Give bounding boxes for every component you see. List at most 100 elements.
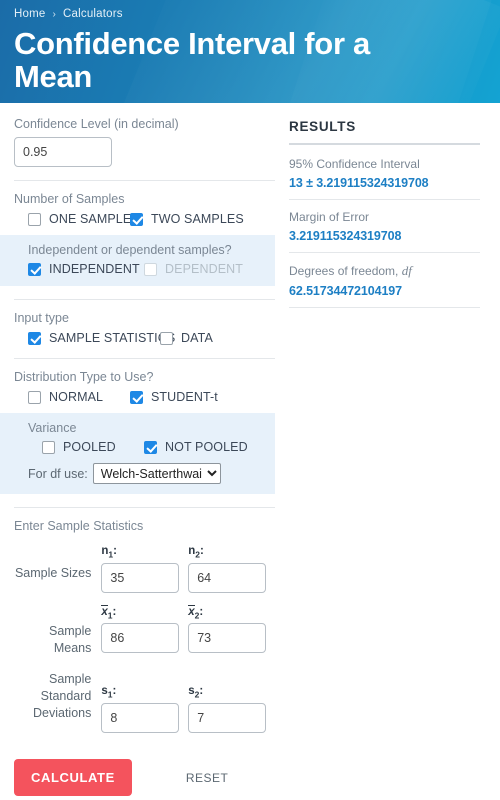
checkbox-label: DATA <box>181 331 213 345</box>
checkbox-independent[interactable]: INDEPENDENT <box>28 262 144 276</box>
checkbox-box-icon[interactable] <box>28 212 41 226</box>
stat-cell-2: n2: <box>188 545 275 593</box>
confidence-level-section: Confidence Level (in decimal) <box>14 117 275 167</box>
checkbox-label: DEPENDENT <box>165 262 243 276</box>
checkbox-not-pooled[interactable]: NOT POOLED <box>144 440 248 454</box>
independence-options: INDEPENDENT DEPENDENT <box>28 262 275 276</box>
checkbox-normal[interactable]: NORMAL <box>14 390 130 404</box>
stat-row-sample-sizes: Sample Sizes n1: n2: <box>14 545 275 593</box>
symbol-s2: s2: <box>188 685 204 700</box>
checkbox-box-icon[interactable] <box>28 390 41 404</box>
variance-label: Variance <box>28 421 77 435</box>
stat-row-label: Sample Means <box>14 605 101 657</box>
symbol-n2: n2: <box>188 545 204 560</box>
result-margin-of-error: Margin of Error 3.219115324319708 <box>289 210 480 253</box>
input-xbar2[interactable] <box>188 623 267 653</box>
symbol-xbar1: x1: <box>101 605 117 621</box>
stat-cell-1: x1: <box>101 605 188 653</box>
stat-label-line: Sample <box>48 624 92 638</box>
checkbox-label: TWO SAMPLES <box>151 212 244 226</box>
distribution-options: NORMAL STUDENT-t <box>14 390 275 404</box>
confidence-level-label: Confidence Level (in decimal) <box>14 117 179 131</box>
symbol-n1: n1: <box>101 545 117 560</box>
df-method-select[interactable]: Welch-Satterthwaite <box>92 463 221 484</box>
input-xbar1[interactable] <box>101 623 180 653</box>
checkbox-one-sample[interactable]: ONE SAMPLE <box>14 212 132 226</box>
stat-label-line: Sample Sizes <box>14 566 92 580</box>
result-label: 95% Confidence Interval <box>289 157 420 171</box>
checkbox-label: INDEPENDENT <box>49 262 140 276</box>
breadcrumb-separator-icon: › <box>52 8 57 20</box>
breadcrumb-calculators-link[interactable]: Calculators <box>63 8 123 20</box>
checkbox-dependent: DEPENDENT <box>144 262 243 276</box>
variance-options: POOLED NOT POOLED <box>28 440 275 454</box>
checkbox-box-checked-icon[interactable] <box>130 390 143 404</box>
df-method-label: For df use: <box>28 466 88 481</box>
checkbox-box-checked-icon[interactable] <box>28 331 41 345</box>
stat-label-line: Deviations <box>33 706 92 720</box>
stat-cell-2: x2: <box>188 605 275 653</box>
independence-label: Independent or dependent samples? <box>28 243 232 257</box>
results-title: RESULTS <box>289 119 356 134</box>
stat-cell-1: n1: <box>101 545 188 593</box>
result-separator <box>289 307 480 308</box>
confidence-level-input[interactable] <box>14 137 112 167</box>
result-value: 3.219115324319708 <box>289 229 402 243</box>
stat-row-label: Sample Sizes <box>14 545 101 582</box>
result-separator <box>289 199 480 200</box>
page-body: Confidence Level (in decimal) Number of … <box>0 103 500 796</box>
checkbox-data[interactable]: DATA <box>160 331 213 345</box>
result-degrees-of-freedom: Degrees of freedom, df 62.51734472104197 <box>289 263 480 308</box>
results-title-rule <box>289 143 480 145</box>
checkbox-student-t[interactable]: STUDENT-t <box>130 390 218 404</box>
input-s2[interactable] <box>188 703 267 733</box>
stat-label-line: Sample <box>48 672 92 686</box>
distribution-type-label: Distribution Type to Use? <box>14 370 154 384</box>
symbol-xbar2: x2: <box>188 605 204 621</box>
checkbox-box-checked-icon[interactable] <box>28 262 41 276</box>
stat-cell-1: s1: <box>101 669 188 733</box>
number-of-samples-options: ONE SAMPLE TWO SAMPLES <box>14 212 275 226</box>
divider <box>14 180 275 181</box>
df-symbol: df <box>401 263 412 278</box>
checkbox-box-icon[interactable] <box>42 440 55 454</box>
page-title: Confidence Interval for a Mean <box>14 26 370 94</box>
stat-cell-2: s2: <box>188 669 275 733</box>
checkbox-label: SAMPLE STATISTICS <box>49 331 176 345</box>
divider <box>14 358 275 359</box>
result-label: Margin of Error <box>289 210 370 224</box>
checkbox-box-checked-icon[interactable] <box>144 440 157 454</box>
result-label: Degrees of freedom, df <box>289 263 480 279</box>
stat-row-sample-std-devs: Sample Standard Deviations s1: s2: <box>14 669 275 733</box>
input-type-section: Input type SAMPLE STATISTICS DATA <box>14 311 275 345</box>
checkbox-label: NOT POOLED <box>165 440 248 454</box>
symbol-s1: s1: <box>101 685 117 700</box>
results-panel: RESULTS 95% Confidence Interval 13 ± 3.2… <box>275 103 500 318</box>
checkbox-label: POOLED <box>63 440 116 454</box>
checkbox-pooled[interactable]: POOLED <box>28 440 144 454</box>
stat-row-sample-means: Sample Means x1: x2: <box>14 605 275 657</box>
result-value: 62.51734472104197 <box>289 284 403 298</box>
number-of-samples-label: Number of Samples <box>14 192 125 206</box>
sample-statistics-section: Enter Sample Statistics Sample Sizes n1:… <box>14 519 275 733</box>
checkbox-sample-statistics[interactable]: SAMPLE STATISTICS <box>14 331 175 345</box>
page-header: Home › Calculators Confidence Interval f… <box>0 0 500 103</box>
checkbox-label: STUDENT-t <box>151 390 218 404</box>
checkbox-two-samples[interactable]: TWO SAMPLES <box>130 212 244 226</box>
variance-panel: Variance POOLED NOT POOLED For df use: W… <box>0 413 275 494</box>
breadcrumb-home-link[interactable]: Home <box>14 8 45 20</box>
input-n1[interactable] <box>101 563 180 593</box>
checkbox-box-checked-icon[interactable] <box>130 212 143 226</box>
input-s1[interactable] <box>101 703 180 733</box>
calculate-button[interactable]: CALCULATE <box>14 759 132 796</box>
distribution-type-section: Distribution Type to Use? NORMAL STUDENT… <box>14 370 275 404</box>
independence-panel: Independent or dependent samples? INDEPE… <box>0 235 275 286</box>
result-value: 13 ± 3.219115324319708 <box>289 176 429 190</box>
input-type-options: SAMPLE STATISTICS DATA <box>14 331 275 345</box>
reset-button[interactable]: RESET <box>180 770 235 786</box>
divider <box>14 507 275 508</box>
input-n2[interactable] <box>188 563 267 593</box>
result-confidence-interval: 95% Confidence Interval 13 ± 3.219115324… <box>289 157 480 200</box>
checkbox-label: ONE SAMPLE <box>49 212 132 226</box>
checkbox-box-icon[interactable] <box>160 331 173 345</box>
